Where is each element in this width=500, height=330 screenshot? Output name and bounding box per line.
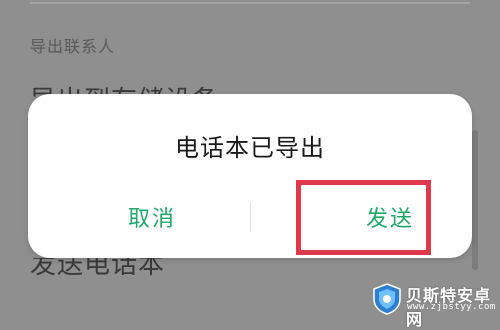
dialog-title: 电话本已导出 [175,134,325,162]
cancel-button[interactable]: 取消 [62,199,242,235]
divider-line [30,2,470,4]
watermark-url: www.zjbstyy.com [407,302,496,312]
highlight-box [296,180,431,255]
watermark: 贝斯特安卓网 www.zjbstyy.com [372,282,496,329]
shield-logo-icon [373,283,401,315]
section-label: 导出联系人 [30,37,116,56]
button-divider [250,202,251,232]
